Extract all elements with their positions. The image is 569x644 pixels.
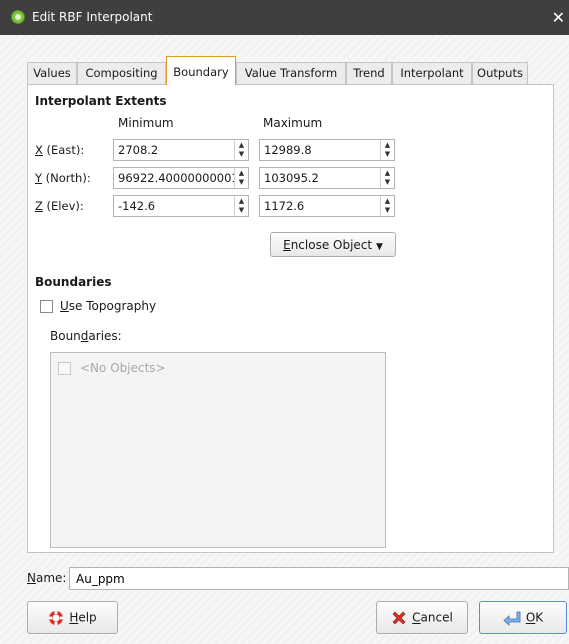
- window-title: Edit RBF Interpolant: [32, 10, 153, 24]
- name-input[interactable]: [69, 567, 569, 590]
- z-elev-label: Z (Elev):: [35, 199, 84, 213]
- title-bar: Edit RBF Interpolant ✕: [0, 0, 569, 35]
- x-max-stepper-icon[interactable]: ▲ ▼: [380, 140, 394, 160]
- y-max-input[interactable]: [260, 168, 380, 188]
- tab-boundary[interactable]: Boundary: [166, 56, 236, 85]
- maximum-column-label: Maximum: [263, 116, 323, 130]
- lifebuoy-icon: [49, 611, 64, 625]
- y-max-spinbox[interactable]: ▲▼: [259, 167, 395, 189]
- boundaries-list-label: Boundaries:: [50, 329, 122, 343]
- y-min-stepper-icon[interactable]: ▲ ▼: [234, 168, 248, 188]
- z-min-spinbox[interactable]: ▲▼: [113, 195, 249, 217]
- y-min-spinbox[interactable]: ▲▼: [113, 167, 249, 189]
- no-objects-placeholder: <No Objects>: [80, 361, 166, 375]
- x-max-spinbox[interactable]: ▲▼: [259, 139, 395, 161]
- ok-button[interactable]: OK: [479, 601, 567, 634]
- y-min-input[interactable]: [114, 168, 234, 188]
- app-icon: [11, 10, 25, 24]
- z-min-input[interactable]: [114, 196, 234, 216]
- enclose-object-button[interactable]: Enclose Object ▼: [270, 232, 396, 257]
- y-max-stepper-icon[interactable]: ▲ ▼: [380, 168, 394, 188]
- help-button[interactable]: Help: [27, 601, 118, 634]
- z-max-stepper-icon[interactable]: ▲ ▼: [380, 196, 394, 216]
- tab-outputs[interactable]: Outputs: [472, 62, 528, 84]
- tab-trend[interactable]: Trend: [346, 62, 392, 84]
- red-x-icon: [392, 611, 406, 625]
- z-max-spinbox[interactable]: ▲▼: [259, 195, 395, 217]
- dropdown-arrow-icon: ▼: [375, 242, 383, 252]
- tab-value-transform[interactable]: Value Transform: [236, 62, 346, 84]
- x-min-input[interactable]: [114, 140, 234, 160]
- use-topography-label[interactable]: Use Topography: [60, 299, 156, 313]
- boundary-panel: Interpolant Extents Minimum Maximum X (E…: [27, 84, 554, 553]
- minimum-column-label: Minimum: [118, 116, 174, 130]
- interpolant-extents-heading: Interpolant Extents: [35, 94, 167, 108]
- close-icon[interactable]: ✕: [552, 8, 565, 27]
- no-objects-checkbox: [58, 362, 71, 375]
- tab-values[interactable]: Values: [27, 62, 77, 84]
- z-min-stepper-icon[interactable]: ▲ ▼: [234, 196, 248, 216]
- boundaries-heading: Boundaries: [35, 275, 112, 289]
- x-min-spinbox[interactable]: ▲▼: [113, 139, 249, 161]
- use-topography-checkbox[interactable]: [40, 300, 53, 313]
- x-min-stepper-icon[interactable]: ▲ ▼: [234, 140, 248, 160]
- tab-interpolant[interactable]: Interpolant: [392, 62, 472, 84]
- name-label: Name:: [27, 571, 67, 585]
- dialog-body: Values Compositing Boundary Value Transf…: [0, 35, 569, 644]
- x-east-label: X (East):: [35, 143, 85, 157]
- cancel-button[interactable]: Cancel: [376, 601, 468, 634]
- boundaries-list[interactable]: <No Objects>: [50, 352, 386, 548]
- z-max-input[interactable]: [260, 196, 380, 216]
- tab-compositing[interactable]: Compositing: [77, 62, 166, 84]
- y-north-label: Y (North):: [35, 171, 91, 185]
- x-max-input[interactable]: [260, 140, 380, 160]
- return-arrow-icon: [503, 611, 521, 626]
